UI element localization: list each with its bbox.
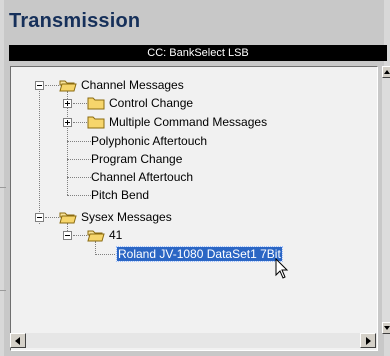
edge-tick bbox=[0, 187, 6, 188]
vertical-scrollbar[interactable] bbox=[382, 66, 390, 334]
folder-open-icon bbox=[87, 230, 105, 242]
tree-line bbox=[45, 85, 59, 86]
arrow-up-icon bbox=[384, 70, 390, 74]
expand-toggle[interactable] bbox=[63, 99, 72, 108]
scroll-right-button[interactable] bbox=[360, 333, 376, 348]
tree-line bbox=[39, 89, 40, 224]
tree-item-channel-aftertouch[interactable]: Channel Aftertouch bbox=[91, 170, 193, 184]
tree-line bbox=[73, 235, 87, 236]
folder-open-icon bbox=[59, 80, 77, 92]
tree-item-selected[interactable]: Roland JV-1080 DataSet1 7Bit bbox=[116, 246, 283, 262]
tree-item-polyphonic-aftertouch[interactable]: Polyphonic Aftertouch bbox=[91, 134, 207, 148]
tree-line bbox=[73, 103, 87, 104]
tree-line bbox=[95, 241, 96, 255]
tree-panel[interactable]: Channel Messages Control Change Multiple… bbox=[10, 66, 378, 351]
arrow-left-icon bbox=[15, 337, 20, 345]
tree-item-program-change[interactable]: Program Change bbox=[91, 152, 182, 166]
tree-line bbox=[67, 195, 91, 196]
edge-tick bbox=[0, 290, 6, 291]
arrow-right-icon bbox=[366, 337, 371, 345]
tree-item-control-change[interactable]: Control Change bbox=[109, 96, 193, 110]
tree-line bbox=[73, 122, 87, 123]
mouse-pointer-icon bbox=[275, 258, 289, 279]
collapse-toggle[interactable] bbox=[35, 81, 44, 90]
expand-toggle[interactable] bbox=[63, 118, 72, 127]
tree-line bbox=[67, 177, 91, 178]
folder-open-icon bbox=[59, 212, 77, 224]
header-bar: CC: BankSelect LSB bbox=[9, 45, 387, 61]
tree-item-sysex-messages[interactable]: Sysex Messages bbox=[81, 210, 172, 224]
tree-item-channel-messages[interactable]: Channel Messages bbox=[81, 78, 184, 92]
tree-item-pitch-bend[interactable]: Pitch Bend bbox=[91, 188, 149, 202]
tree-line bbox=[67, 141, 91, 142]
tree-item-multiple-command-messages[interactable]: Multiple Command Messages bbox=[109, 115, 267, 129]
panel-title: Transmission bbox=[9, 10, 141, 32]
folder-icon bbox=[87, 97, 105, 110]
scroll-left-button[interactable] bbox=[10, 333, 26, 348]
window-left-edge bbox=[0, 0, 4, 356]
scroll-down-button[interactable] bbox=[382, 322, 390, 334]
folder-icon bbox=[87, 116, 105, 129]
tree-line bbox=[95, 254, 115, 255]
collapse-toggle[interactable] bbox=[35, 213, 44, 222]
scroll-up-button[interactable] bbox=[382, 66, 390, 78]
tree-item-41[interactable]: 41 bbox=[109, 228, 122, 242]
collapse-toggle[interactable] bbox=[63, 231, 72, 240]
tree-line bbox=[67, 159, 91, 160]
tree-line bbox=[45, 217, 59, 218]
horizontal-scrollbar[interactable] bbox=[22, 333, 377, 348]
arrow-down-icon bbox=[384, 326, 390, 330]
